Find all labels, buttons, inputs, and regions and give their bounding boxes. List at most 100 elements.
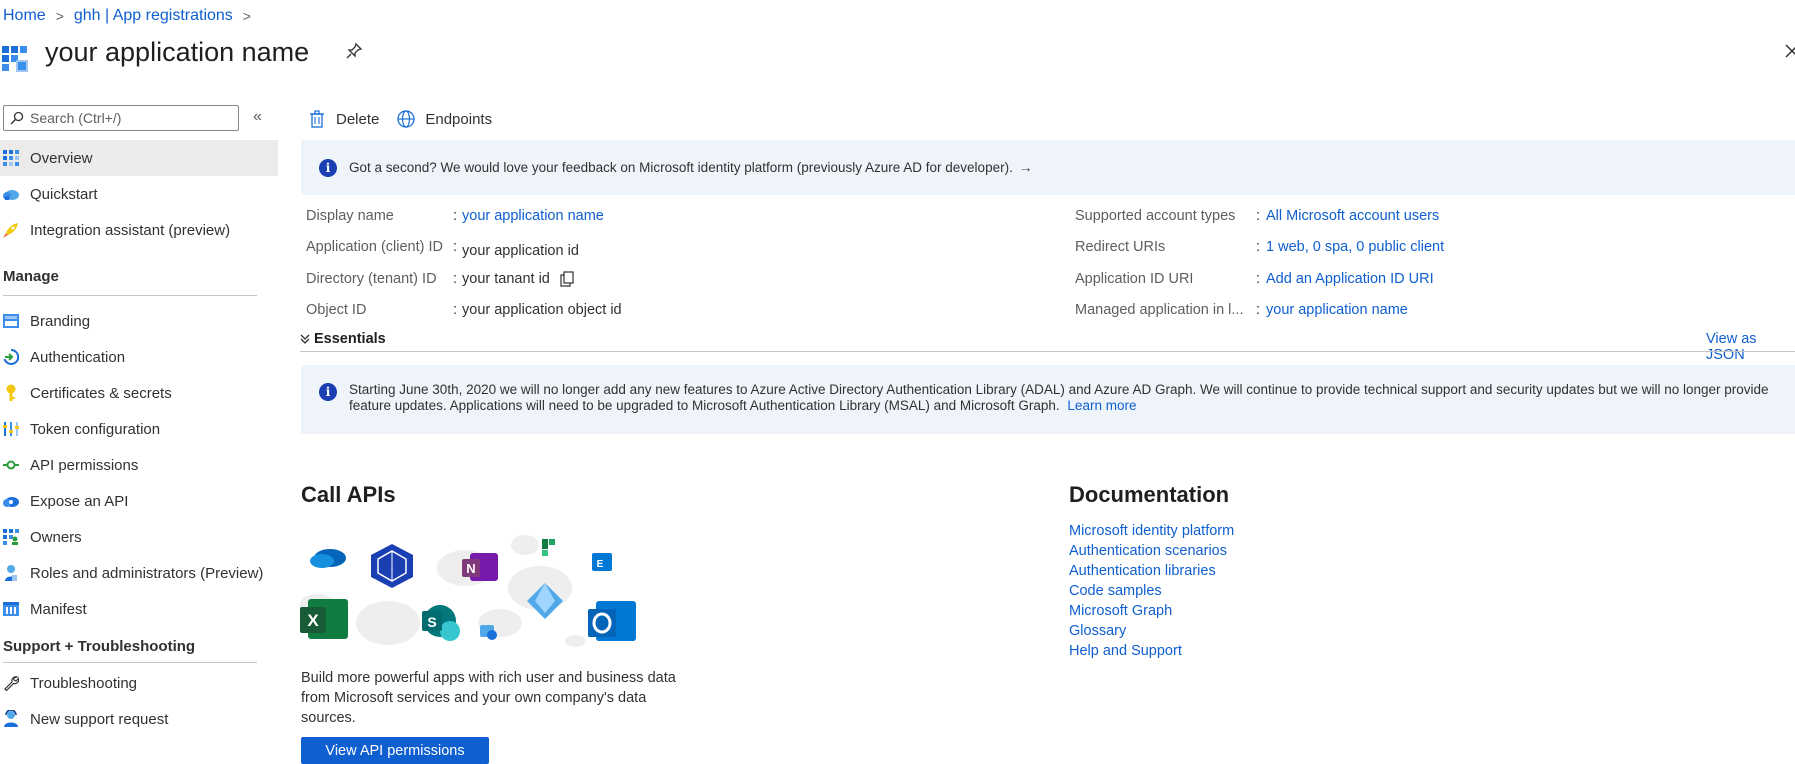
documentation-title: Documentation [1069,482,1230,507]
cloud-icon [2,185,20,203]
sidebar-item-label: Troubleshooting [30,674,138,692]
colon: : [1256,208,1261,224]
breadcrumb-separator-icon: > [242,8,251,24]
search-icon [10,111,24,125]
doc-link-identity-platform[interactable]: Microsoft identity platform [1069,521,1234,541]
sidebar-item-label: Quickstart [30,185,98,203]
colon: : [1256,271,1261,287]
doc-link-auth-scenarios[interactable]: Authentication scenarios [1069,541,1234,561]
client-id-value: your application id [462,243,579,259]
close-icon[interactable] [1783,42,1795,60]
sidebar-item-token-configuration[interactable]: Token configuration [0,411,278,447]
sidebar-item-label: Expose an API [30,492,129,510]
copy-icon[interactable] [560,271,574,287]
doc-link-glossary[interactable]: Glossary [1069,621,1234,641]
sidebar-item-overview[interactable]: Overview [0,140,278,176]
breadcrumb: Home > ghh | App registrations > [3,6,261,26]
doc-link-microsoft-graph[interactable]: Microsoft Graph [1069,601,1234,621]
sidebar-item-manifest[interactable]: Manifest [0,591,278,627]
feedback-text: Got a second? We would love your feedbac… [349,160,1013,175]
essentials-toggle[interactable]: Essentials [300,331,386,347]
sidebar-item-expose-api[interactable]: Expose an API [0,483,278,519]
colon: : [453,271,458,287]
sidebar-item-integration-assistant[interactable]: Integration assistant (preview) [0,212,278,248]
doc-link-code-samples[interactable]: Code samples [1069,581,1234,601]
cloud-api-icon [2,492,20,510]
client-id-label: Application (client) ID [306,239,443,255]
application-id-uri-value[interactable]: Add an Application ID URI [1266,271,1434,287]
search-input[interactable] [30,110,230,126]
breadcrumb-app-registrations[interactable]: ghh | App registrations [74,7,233,25]
doc-link-help-support[interactable]: Help and Support [1069,641,1234,661]
roles-icon [2,564,20,582]
authentication-icon [2,348,20,366]
delete-button[interactable]: Delete [308,110,379,128]
sidebar-item-label: New support request [30,710,169,728]
endpoints-label: Endpoints [425,110,493,128]
sidebar-item-certificates[interactable]: Certificates & secrets [0,375,278,411]
adal-deprecation-banner: i Starting June 30th, 2020 we will no lo… [301,365,1795,434]
account-types-value[interactable]: All Microsoft account users [1266,208,1439,224]
sidebar-item-label: API permissions [30,456,139,474]
application-id-uri-label: Application ID URI [1075,271,1194,287]
feedback-banner[interactable]: i Got a second? We would love your feedb… [301,140,1795,195]
adal-banner-text: Starting June 30th, 2020 we will no long… [349,382,1769,413]
key-icon [2,384,20,402]
api-permissions-icon [2,456,20,474]
sidebar-item-label: Owners [30,528,82,546]
onedrive-icon [310,549,346,568]
sidebar-item-label: Overview [30,149,93,167]
call-apis-description: Build more powerful apps with rich user … [301,670,676,726]
collapse-sidebar-icon[interactable]: « [253,109,267,125]
tenant-id-label: Directory (tenant) ID [306,271,437,287]
owners-icon [2,528,20,546]
sidebar-item-branding[interactable]: Branding [0,303,278,339]
graph-hexagon-icon [371,544,413,588]
token-icon [2,420,20,438]
view-as-json-link[interactable]: View as JSON [1706,331,1795,363]
breadcrumb-home[interactable]: Home [3,7,46,25]
sidebar-item-new-support-request[interactable]: New support request [0,701,278,737]
divider [3,295,257,296]
colon: : [1256,302,1261,318]
sidebar-item-label: Roles and administrators (Preview) [30,564,264,582]
divider [300,351,1795,352]
managed-application-value[interactable]: your application name [1266,302,1408,318]
sidebar-item-api-permissions[interactable]: API permissions [0,447,278,483]
wrench-icon [2,674,20,692]
pin-icon[interactable] [345,42,363,60]
info-icon: i [319,158,337,177]
sidebar-item-label: Authentication [30,348,126,366]
title-row: your application name [0,34,1795,72]
endpoints-button[interactable]: Endpoints [397,110,492,128]
sidebar-item-quickstart[interactable]: Quickstart [0,176,278,212]
page-title: your application name [45,37,310,67]
support-person-icon [2,710,20,728]
sidebar-item-label: Certificates & secrets [30,384,172,402]
learn-more-link[interactable]: Learn more [1067,398,1136,413]
trash-icon [310,110,324,128]
divider [3,662,257,663]
sidebar-search[interactable] [3,105,239,131]
arrow-right-icon: → [1018,160,1033,175]
account-types-label: Supported account types [1075,208,1236,224]
exchange-icon: E [592,553,612,571]
sidebar-item-label: Branding [30,312,91,330]
branding-icon [2,312,20,330]
breadcrumb-separator-icon: > [55,8,64,24]
info-icon: i [319,383,337,401]
display-name-value[interactable]: your application name [462,208,604,224]
sidebar-item-troubleshooting[interactable]: Troubleshooting [0,665,278,701]
sidebar-item-owners[interactable]: Owners [0,519,278,555]
redirect-uris-value[interactable]: 1 web, 0 spa, 0 public client [1266,239,1444,255]
adal-banner-content: Starting June 30th, 2020 we will no long… [349,382,1775,414]
view-api-permissions-button[interactable]: View API permissions [301,737,489,764]
sidebar-item-roles[interactable]: Roles and administrators (Preview) [0,555,278,591]
planner-icon [542,539,555,556]
doc-link-auth-libraries[interactable]: Authentication libraries [1069,561,1234,581]
sidebar-item-authentication[interactable]: Authentication [0,339,278,375]
documentation-links: Microsoft identity platform Authenticati… [1069,521,1234,661]
svg-text:N: N [466,561,475,576]
app-registration-icon [2,46,28,72]
sidebar-item-label: Manifest [30,600,87,618]
